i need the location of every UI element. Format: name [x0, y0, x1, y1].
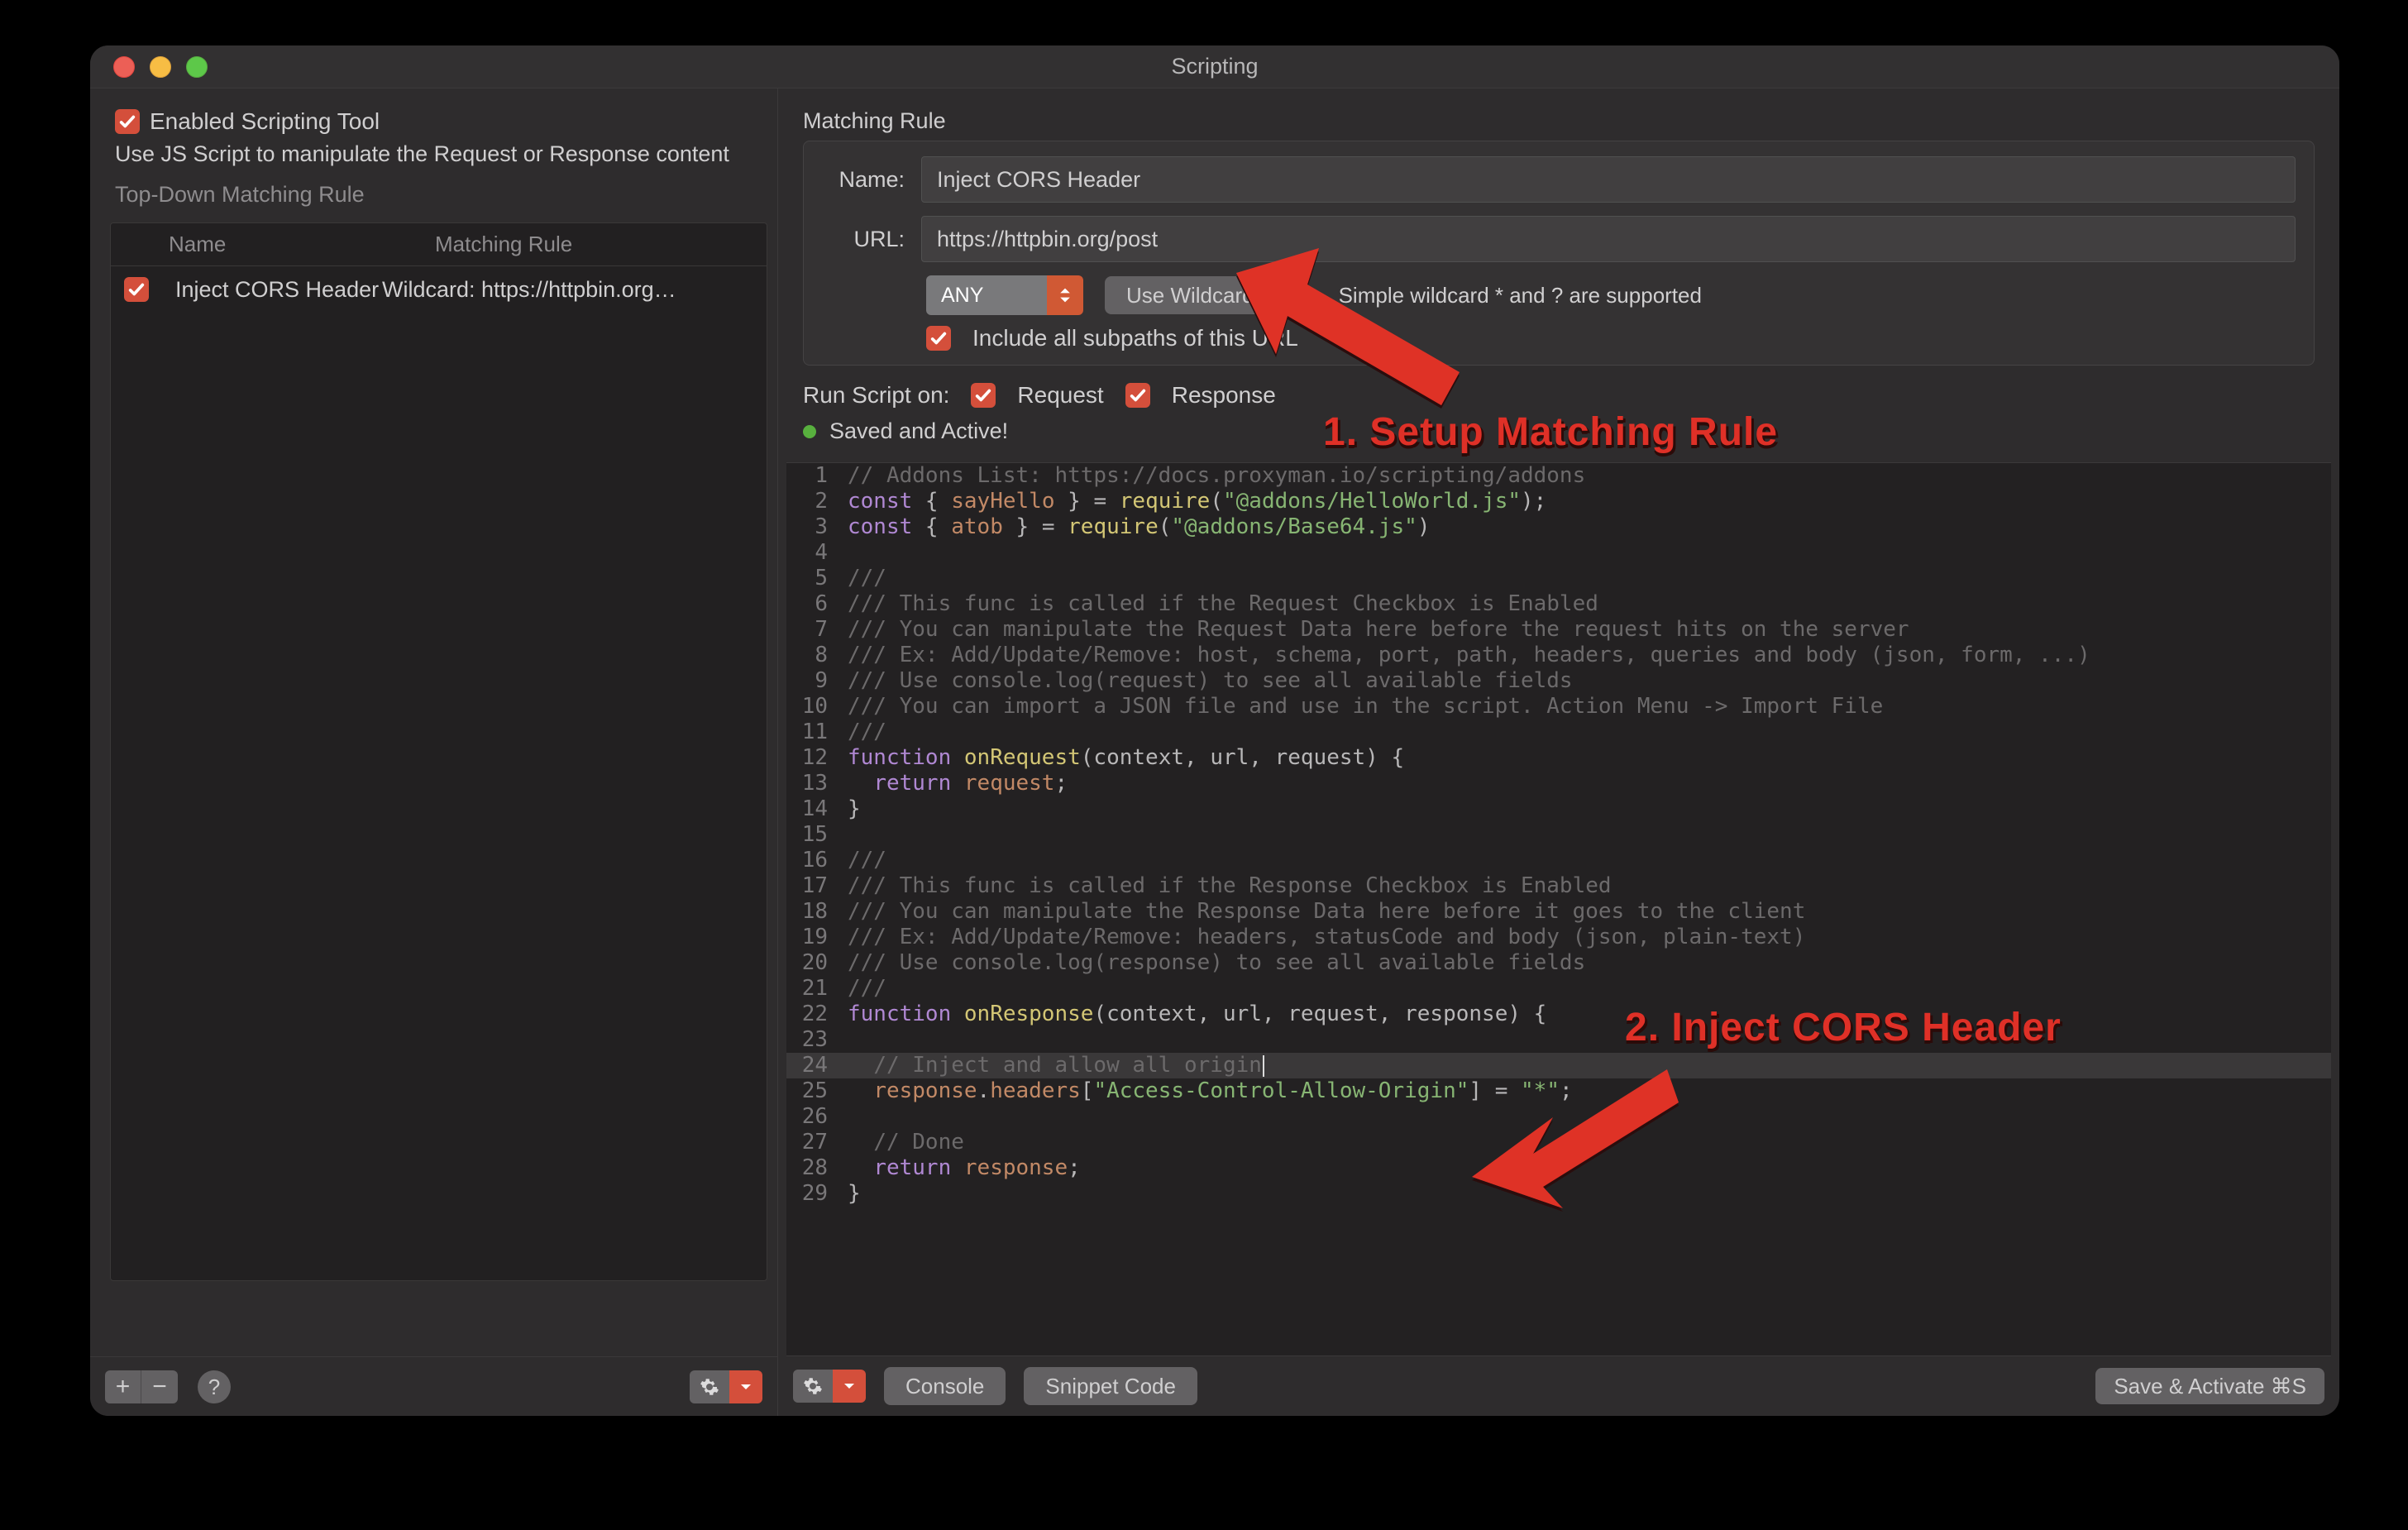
- sidebar-caption: Top-Down Matching Rule: [115, 182, 752, 208]
- remove-button[interactable]: −: [141, 1370, 178, 1403]
- minimize-icon[interactable]: [150, 56, 171, 78]
- sidebar-footer: + − ?: [90, 1356, 777, 1416]
- name-label: Name:: [822, 167, 921, 193]
- code-line[interactable]: 13 return request;: [786, 771, 2331, 796]
- code-line[interactable]: 3const { atob } = require("@addons/Base6…: [786, 514, 2331, 540]
- rules-table: Name Matching Rule Inject CORS Header Wi…: [110, 222, 767, 1281]
- main-panel: Matching Rule Name: URL: ANY: [778, 88, 2339, 1416]
- method-select[interactable]: ANY: [926, 275, 1083, 315]
- matching-title: Matching Rule: [803, 108, 2315, 134]
- code-line[interactable]: 21///: [786, 976, 2331, 1002]
- code-line[interactable]: 10/// You can import a JSON file and use…: [786, 694, 2331, 720]
- help-button[interactable]: ?: [198, 1370, 231, 1403]
- matching-rule-section: Matching Rule Name: URL: ANY: [778, 88, 2339, 452]
- code-line[interactable]: 23: [786, 1027, 2331, 1053]
- scripting-window: Scripting Enabled Scripting Tool Use JS …: [90, 45, 2339, 1416]
- code-line[interactable]: 16///: [786, 848, 2331, 873]
- snippet-button[interactable]: Snippet Code: [1024, 1367, 1197, 1405]
- sidebar-actions-menu[interactable]: [690, 1370, 762, 1403]
- code-line[interactable]: 2const { sayHello } = require("@addons/H…: [786, 489, 2331, 514]
- sidebar-header: Enabled Scripting Tool Use JS Script to …: [90, 88, 777, 222]
- url-input[interactable]: [921, 216, 2296, 262]
- wildcard-hint: Simple wildcard * and ? are supported: [1339, 283, 1702, 308]
- close-icon[interactable]: [113, 56, 135, 78]
- sidebar: Enabled Scripting Tool Use JS Script to …: [90, 88, 778, 1416]
- run-response-checkbox[interactable]: [1125, 383, 1150, 408]
- chevron-down-icon: [729, 1370, 762, 1403]
- include-subpaths-label: Include all subpaths of this URL: [972, 325, 1298, 351]
- code-line[interactable]: 7/// You can manipulate the Request Data…: [786, 617, 2331, 643]
- code-line[interactable]: 4: [786, 540, 2331, 566]
- status-row: Saved and Active!: [803, 418, 2315, 444]
- code-line[interactable]: 1// Addons List: https://docs.proxyman.i…: [786, 463, 2331, 489]
- chevron-down-icon: [833, 1370, 866, 1403]
- table-row[interactable]: Inject CORS Header Wildcard: https://htt…: [111, 266, 767, 313]
- run-response-label: Response: [1172, 382, 1276, 409]
- matching-rule-box: Name: URL: ANY: [803, 141, 2315, 366]
- status-text: Saved and Active!: [829, 418, 1008, 444]
- col-rule: Matching Rule: [418, 232, 767, 257]
- code-line[interactable]: 22function onResponse(context, url, requ…: [786, 1002, 2331, 1027]
- main-footer: Console Snippet Code Save & Activate ⌘S: [778, 1356, 2339, 1416]
- code-line[interactable]: 8/// Ex: Add/Update/Remove: host, schema…: [786, 643, 2331, 668]
- col-name: Name: [162, 232, 418, 257]
- code-line[interactable]: 26: [786, 1104, 2331, 1130]
- code-line[interactable]: 18/// You can manipulate the Response Da…: [786, 899, 2331, 925]
- code-line[interactable]: 29}: [786, 1181, 2331, 1207]
- code-line[interactable]: 15: [786, 822, 2331, 848]
- code-line[interactable]: 25 response.headers["Access-Control-Allo…: [786, 1078, 2331, 1104]
- code-line[interactable]: 12function onRequest(context, url, reque…: [786, 745, 2331, 771]
- editor-actions-menu[interactable]: [793, 1370, 866, 1403]
- stepper-arrows-icon: [1047, 275, 1083, 315]
- titlebar: Scripting: [90, 45, 2339, 88]
- sidebar-description: Use JS Script to manipulate the Request …: [115, 141, 752, 167]
- content: Enabled Scripting Tool Use JS Script to …: [90, 88, 2339, 1416]
- window-title: Scripting: [90, 54, 2339, 79]
- url-label: URL:: [822, 227, 921, 252]
- include-subpaths-checkbox[interactable]: [926, 326, 951, 351]
- name-input[interactable]: [921, 156, 2296, 203]
- gear-icon: [793, 1370, 833, 1403]
- code-line[interactable]: 20/// Use console.log(response) to see a…: [786, 950, 2331, 976]
- row-rule: Wildcard: https://httpbin.org…: [369, 277, 767, 303]
- traffic-lights: [90, 56, 208, 78]
- code-line[interactable]: 5///: [786, 566, 2331, 591]
- run-request-checkbox[interactable]: [971, 383, 996, 408]
- code-line[interactable]: 14}: [786, 796, 2331, 822]
- run-request-label: Request: [1017, 382, 1103, 409]
- save-activate-button[interactable]: Save & Activate ⌘S: [2095, 1368, 2324, 1404]
- code-line[interactable]: 11///: [786, 720, 2331, 745]
- status-dot-icon: [803, 425, 816, 438]
- console-button[interactable]: Console: [884, 1367, 1006, 1405]
- add-button[interactable]: +: [105, 1370, 141, 1403]
- run-script-row: Run Script on: Request Response: [803, 382, 2315, 409]
- row-name: Inject CORS Header: [162, 277, 369, 303]
- code-line[interactable]: 9/// Use console.log(request) to see all…: [786, 668, 2331, 694]
- run-label: Run Script on:: [803, 382, 949, 409]
- code-line[interactable]: 24 // Inject and allow all origin: [786, 1053, 2331, 1078]
- code-line[interactable]: 28 return response;: [786, 1155, 2331, 1181]
- code-line[interactable]: 17/// This func is called if the Respons…: [786, 873, 2331, 899]
- row-enabled-checkbox[interactable]: [124, 277, 149, 302]
- rules-table-header: Name Matching Rule: [111, 223, 767, 266]
- enable-scripting-label: Enabled Scripting Tool: [150, 108, 380, 135]
- maximize-icon[interactable]: [186, 56, 208, 78]
- code-editor[interactable]: 1// Addons List: https://docs.proxyman.i…: [786, 462, 2331, 1356]
- code-line[interactable]: 27 // Done: [786, 1130, 2331, 1155]
- code-line[interactable]: 19/// Ex: Add/Update/Remove: headers, st…: [786, 925, 2331, 950]
- code-line[interactable]: 6/// This func is called if the Request …: [786, 591, 2331, 617]
- method-value: ANY: [926, 275, 1047, 315]
- gear-icon: [690, 1370, 729, 1403]
- enable-scripting-checkbox[interactable]: [115, 109, 140, 134]
- use-wildcard-button[interactable]: Use Wildcard: [1105, 276, 1276, 314]
